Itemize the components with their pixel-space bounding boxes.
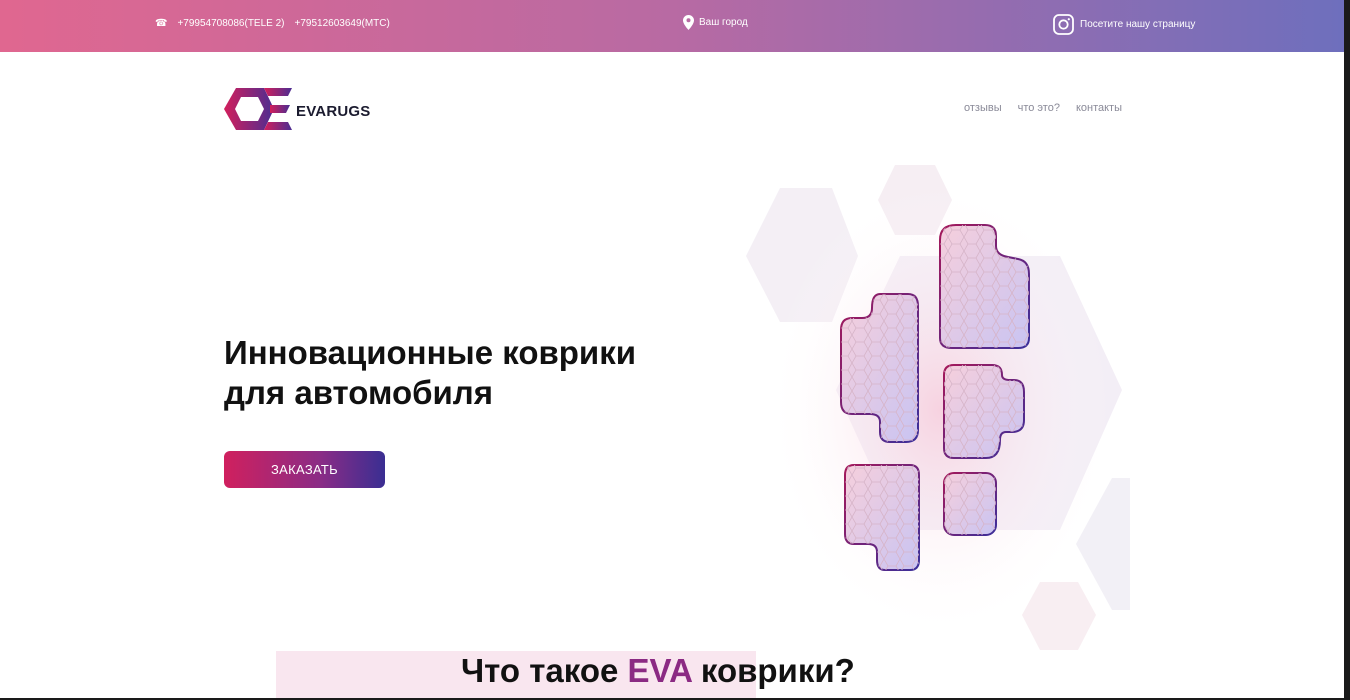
- instagram-label: Посетите нашу страницу: [1080, 19, 1196, 30]
- hero-title: Инновационные коврики для автомобиля: [224, 333, 694, 413]
- city-label: Ваш город: [699, 17, 748, 28]
- phone-link-tele2[interactable]: +79954708086(TELE 2): [177, 18, 284, 29]
- car-floor-mats-illustration: [740, 160, 1130, 660]
- location-pin-icon: [683, 15, 694, 30]
- section-title-suffix: коврики?: [691, 652, 855, 689]
- logo-text: EVARUGS: [296, 103, 371, 120]
- phone-icon: ☎: [155, 18, 168, 29]
- instagram-icon: [1053, 14, 1074, 35]
- window-border-right: [1344, 0, 1350, 700]
- mat-rear-center: [943, 472, 997, 536]
- section-title-accent: EVA: [627, 652, 692, 689]
- order-button[interactable]: ЗАКАЗАТЬ: [224, 451, 385, 488]
- section-title: Что такое EVA коврики?: [276, 652, 1136, 690]
- city-selector[interactable]: Ваш город: [683, 15, 748, 30]
- nav-what-is-it[interactable]: что это?: [1018, 102, 1060, 114]
- hero-title-line-1: Инновационные коврики: [224, 334, 637, 371]
- instagram-link[interactable]: Посетите нашу страницу: [1053, 14, 1195, 35]
- site-logo[interactable]: EVARUGS: [224, 88, 370, 135]
- phone-numbers: ☎ +79954708086(TELE 2) +79512603649(MTC): [155, 18, 390, 29]
- nav-contacts[interactable]: контакты: [1076, 102, 1122, 114]
- logo-icon: [224, 88, 292, 135]
- nav-reviews[interactable]: отзывы: [964, 102, 1002, 114]
- top-contact-bar: ☎ +79954708086(TELE 2) +79512603649(MTC)…: [0, 0, 1344, 52]
- hero-title-line-2: для автомобиля: [224, 374, 494, 411]
- phone-link-mts[interactable]: +79512603649(MTC): [295, 18, 390, 29]
- main-nav: отзывы что это? контакты: [964, 102, 1122, 114]
- section-title-prefix: Что такое: [461, 652, 628, 689]
